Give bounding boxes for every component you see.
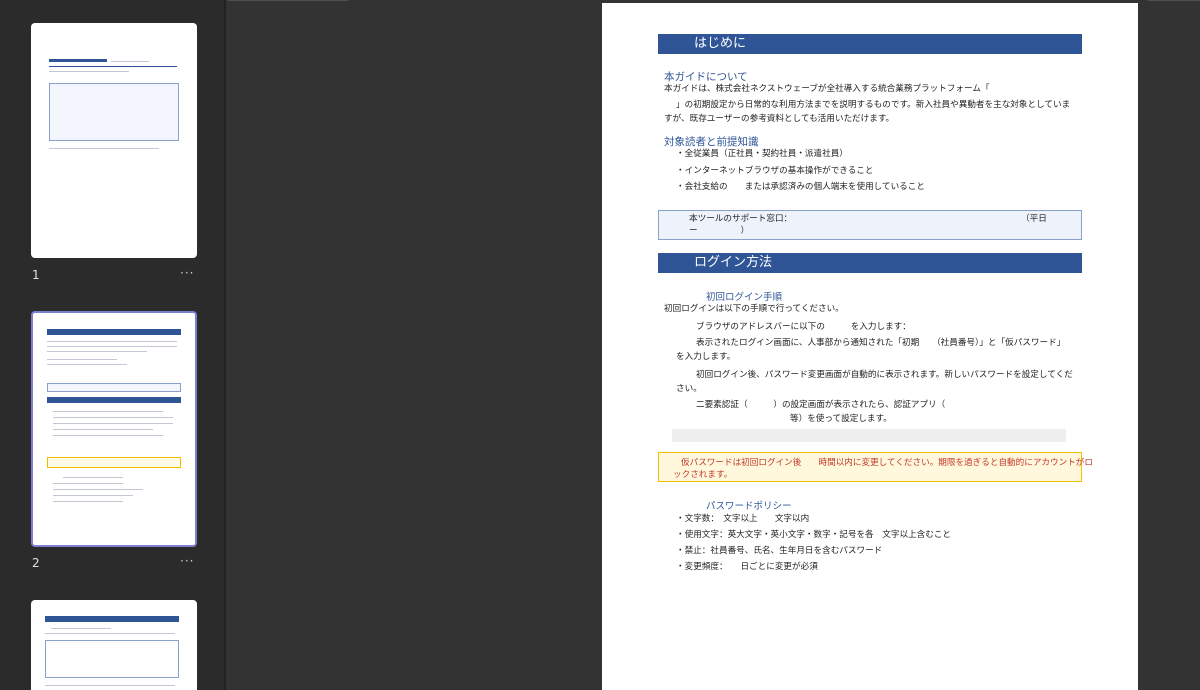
more-options-icon[interactable]: ··· (180, 266, 194, 280)
thumb-text-line (53, 435, 163, 436)
thumb-meta-line (49, 71, 129, 72)
thumb-footer-line (49, 148, 159, 149)
about-text-line-1: 本ガイドは、株式会社ネクストウェーブが全社導入する統合業務プラットフォーム「 (664, 84, 990, 94)
thumb-toc-box (49, 83, 179, 141)
audience-item: ・インターネットブラウザの基本操作ができること (676, 166, 874, 176)
more-options-icon[interactable]: ··· (180, 554, 194, 568)
thumb-subtitle-line (111, 61, 149, 62)
thumb-text-line (45, 633, 175, 634)
section-header-introduction: はじめに (658, 34, 1082, 54)
login-step-2: 表示されたログイン画面に、人事部から通知された「初期 （社員番号）」と「仮パスワ… (696, 338, 1066, 348)
login-step-2-cont: を入力します。 (676, 352, 736, 362)
thumb-text-line (51, 628, 111, 629)
login-step-1: ブラウザのアドレスバーに以下の を入力します： (696, 322, 911, 332)
thumb-text-line (53, 501, 123, 502)
login-step-3-cont: さい。 (676, 384, 702, 394)
url-code-block (672, 429, 1066, 442)
thumb-text-line (53, 429, 153, 430)
thumb-table (45, 640, 179, 678)
thumb-text-line (53, 411, 163, 412)
top-divider (1148, 0, 1200, 1)
support-hours-label: （平日 (1021, 214, 1047, 224)
thumb-rule (49, 66, 177, 67)
thumb-warning-box (47, 457, 181, 468)
policy-item: ・禁止：社員番号、氏名、生年月日を含むパスワード (676, 546, 883, 556)
warning-box: 仮パスワードは初回ログイン後 時間以内に変更してください。期限を過ぎると自動的に… (658, 452, 1093, 482)
thumb-text-line (53, 489, 143, 490)
page-thumbnail-2[interactable] (31, 311, 197, 547)
heading-password-policy: パスワードポリシー (706, 501, 792, 512)
thumb-text-line (53, 423, 173, 424)
page-number-label-1: 1 (32, 268, 40, 282)
support-hours-range: ー ） (689, 226, 750, 236)
page-thumbnail-1[interactable] (31, 23, 197, 258)
document-page[interactable]: はじめに 本ガイドについて 本ガイドは、株式会社ネクストウェーブが全社導入する統… (602, 3, 1138, 690)
thumbnail-sidebar: 1 ··· 2 ··· (0, 0, 226, 690)
audience-item: ・会社支給の または承認済みの個人端末を使用していること (676, 182, 925, 192)
warning-text-line-1: 仮パスワードは初回ログイン後 時間以内に変更してください。期限を過ぎると自動的に… (681, 458, 1093, 468)
thumb-text-line (47, 351, 147, 352)
policy-item: ・変更頻度： 日ごとに変更が必須 (676, 562, 818, 572)
policy-item: ・使用文字：英大文字・英小文字・数字・記号を各 文字以上含むこと (676, 530, 952, 540)
page-number-label-2: 2 (32, 556, 40, 570)
audience-item: ・全従業員（正社員・契約社員・派遣社員） (676, 149, 848, 159)
warning-text-line-2: ックされます。 (673, 470, 733, 480)
thumb-text-line (47, 359, 117, 360)
thumb-text-line (53, 495, 133, 496)
login-step-3: 初回ログイン後、パスワード変更画面が自動的に表示されます。新しいパスワードを設定… (696, 370, 1073, 380)
thumb-text-line (53, 417, 173, 418)
thumb-title-line (49, 59, 107, 62)
thumb-text-line (47, 341, 177, 342)
thumb-section-bar (47, 329, 181, 335)
thumb-text-line (63, 477, 123, 478)
top-divider (228, 0, 348, 1)
about-text-line-3: すが、既存ユーザーの参考資料としても活用いただけます。 (664, 114, 895, 124)
thumb-text-line (53, 483, 123, 484)
thumb-note-box (47, 383, 181, 392)
thumb-section-bar (45, 616, 179, 622)
policy-item: ・文字数： 文字以上 文字以内 (676, 514, 810, 524)
page-thumbnail-3[interactable] (31, 600, 197, 690)
thumb-text-line (47, 346, 177, 347)
first-login-intro: 初回ログインは以下の手順で行ってください。 (664, 304, 844, 314)
section-header-login: ログイン方法 (658, 253, 1082, 273)
thumb-text-line (47, 364, 127, 365)
support-note-box: 本ツールのサポート窓口： （平日 ー ） (658, 210, 1082, 240)
thumb-text-line (45, 685, 175, 686)
login-step-4-cont: 等）を使って設定します。 (790, 414, 892, 424)
thumb-section-bar (47, 397, 181, 403)
